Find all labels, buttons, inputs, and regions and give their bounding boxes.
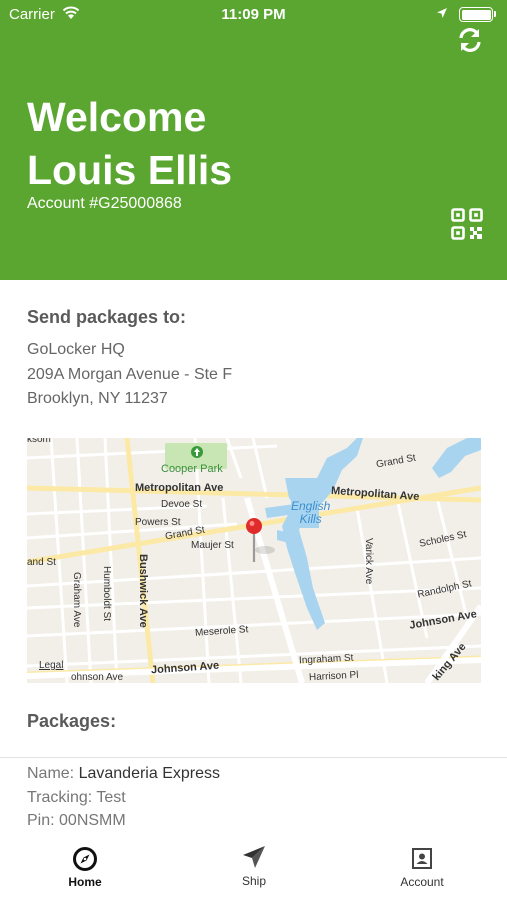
map-label-harrison: Harrison Pl bbox=[308, 669, 359, 683]
package-name: Lavanderia Express bbox=[78, 765, 220, 782]
tab-ship[interactable]: Ship bbox=[199, 838, 309, 900]
map-label-metropolitan-left: Metropolitan Ave bbox=[135, 482, 224, 494]
tab-home[interactable]: Home bbox=[30, 838, 140, 900]
package-tracking-label: Tracking: bbox=[27, 789, 97, 806]
tab-home-label: Home bbox=[68, 875, 102, 889]
clock: 11:09 PM bbox=[221, 6, 286, 23]
address-line-1: GoLocker HQ bbox=[27, 341, 125, 358]
map-canvas bbox=[27, 438, 481, 683]
packages-title: Packages: bbox=[27, 711, 117, 731]
package-pin: 00NSMM bbox=[59, 812, 126, 829]
package-name-row: Name: Lavanderia Express bbox=[27, 765, 220, 783]
tab-account-label: Account bbox=[400, 875, 444, 889]
send-packages-title: Send packages to: bbox=[27, 307, 187, 327]
map-label-top-left: ksom bbox=[27, 438, 51, 445]
address-line-2: 209A Morgan Avenue - Ste F bbox=[27, 366, 233, 383]
map-label-varick: Varick Ave bbox=[363, 538, 374, 585]
map-label-humboldt: Humboldt St bbox=[101, 566, 112, 622]
packages-divider bbox=[0, 757, 507, 758]
contact-card-icon bbox=[412, 848, 432, 869]
map-label-bushwick: Bushwick Ave bbox=[137, 554, 149, 628]
battery-cap bbox=[494, 11, 496, 17]
header: Carrier 11:09 PM Welcome Louis Ellis Acc… bbox=[0, 0, 507, 280]
account-number: Account #G25000868 bbox=[27, 195, 182, 212]
address-line-3: Brooklyn, NY 11237 bbox=[27, 390, 168, 407]
compass-icon bbox=[73, 847, 97, 871]
tab-ship-label: Ship bbox=[241, 874, 267, 888]
user-name: Louis Ellis bbox=[27, 147, 233, 193]
location-arrow-icon bbox=[437, 8, 447, 18]
package-pin-row: Pin: 00NSMM bbox=[27, 812, 126, 830]
status-bar: Carrier 11:09 PM bbox=[0, 0, 507, 28]
qr-code-icon[interactable] bbox=[451, 208, 483, 240]
package-name-label: Name: bbox=[27, 765, 79, 782]
map-label-and-st: and St bbox=[27, 557, 56, 568]
map-legal-link[interactable]: Legal bbox=[39, 660, 63, 671]
map-label-cooper-park: Cooper Park bbox=[161, 463, 223, 475]
welcome-heading: Welcome bbox=[27, 94, 207, 140]
refresh-icon[interactable] bbox=[456, 26, 484, 54]
map-label-devoe: Devoe St bbox=[161, 499, 203, 510]
paper-plane-icon bbox=[243, 846, 265, 868]
package-pin-label: Pin: bbox=[27, 812, 60, 829]
package-tracking-row: Tracking: Test bbox=[27, 789, 126, 807]
map-label-graham: Graham Ave bbox=[71, 572, 82, 628]
location-map[interactable]: ksom Cooper Park Grand St Metropolitan A… bbox=[27, 438, 481, 683]
map-label-ohnson-left: ohnson Ave bbox=[71, 672, 124, 683]
tab-account[interactable]: Account bbox=[367, 838, 477, 900]
package-tracking: Test bbox=[96, 789, 126, 806]
battery-icon bbox=[459, 7, 493, 22]
tab-bar: Home Ship Account bbox=[0, 838, 507, 900]
map-label-powers: Powers St bbox=[135, 517, 181, 528]
map-label-english-kills: English Kills bbox=[291, 499, 331, 526]
map-label-maujer: Maujer St bbox=[191, 540, 234, 551]
